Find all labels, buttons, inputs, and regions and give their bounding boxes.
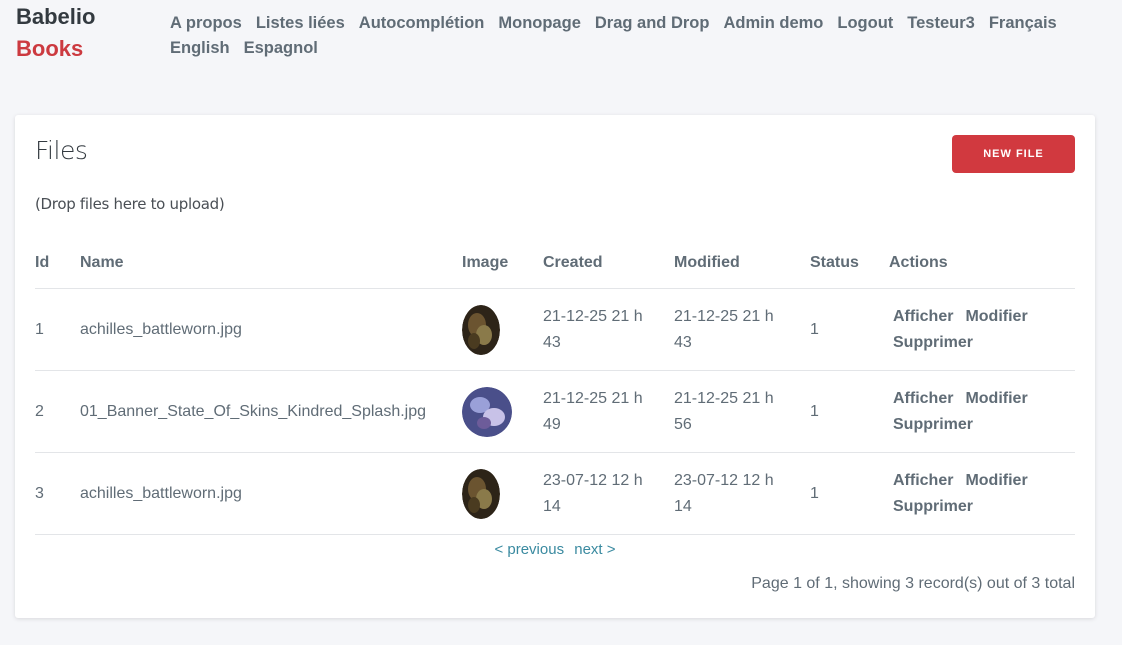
nav-item-admin-demo[interactable]: Admin demo (723, 11, 823, 36)
edit-link[interactable]: Modifier (965, 308, 1027, 325)
cell-id: 3 (35, 484, 44, 502)
delete-link[interactable]: Supprimer (893, 334, 973, 351)
cell-actions: Afficher Modifier Supprimer (889, 304, 1059, 356)
cell-name: 01_Banner_State_Of_Skins_Kindred_Splash.… (80, 402, 427, 420)
cell-status: 1 (810, 320, 819, 338)
edit-link[interactable]: Modifier (965, 390, 1027, 407)
cell-actions: Afficher Modifier Supprimer (889, 468, 1059, 520)
nav-item-espagnol[interactable]: Espagnol (244, 36, 318, 61)
view-link[interactable]: Afficher (893, 390, 953, 407)
view-link[interactable]: Afficher (893, 308, 953, 325)
cell-created: 21-12-25 21 h 43 (543, 307, 643, 351)
cell-modified: 21-12-25 21 h 56 (674, 389, 774, 433)
nav-item-logout[interactable]: Logout (837, 11, 893, 36)
kindred-splash-thumbnail (462, 386, 512, 437)
new-file-button[interactable]: NEW FILE (952, 135, 1075, 173)
col-created[interactable]: Created (543, 250, 661, 276)
page-title: Files (35, 136, 88, 165)
col-id[interactable]: Id (35, 254, 49, 272)
table-row: 3 achilles_battleworn.jpg 23-07-12 12 h … (35, 453, 1075, 535)
cell-status: 1 (810, 484, 819, 502)
cell-created: 23-07-12 12 h 14 (543, 471, 643, 515)
achilles-thumbnail (462, 468, 500, 519)
view-link[interactable]: Afficher (893, 472, 953, 489)
delete-link[interactable]: Supprimer (893, 416, 973, 433)
table-row: 1 achilles_battleworn.jpg 21-12-25 21 h … (35, 289, 1075, 371)
brand-subtitle: Books (16, 36, 84, 61)
cell-id: 2 (35, 402, 44, 420)
cell-actions: Afficher Modifier Supprimer (889, 386, 1059, 438)
col-modified[interactable]: Modified (674, 250, 792, 276)
nav-item-drag-and-drop[interactable]: Drag and Drop (595, 11, 710, 36)
cell-name: achilles_battleworn.jpg (80, 484, 242, 502)
cell-modified: 23-07-12 12 h 14 (674, 471, 774, 515)
nav-item-listes-liees[interactable]: Listes liées (256, 11, 345, 36)
pagination-summary: Page 1 of 1, showing 3 record(s) out of … (751, 575, 1075, 592)
next-link[interactable]: next > (574, 541, 615, 558)
col-status[interactable]: Status (810, 254, 859, 272)
col-name[interactable]: Name (80, 254, 124, 272)
cell-status: 1 (810, 402, 819, 420)
edit-link[interactable]: Modifier (965, 472, 1027, 489)
cell-name: achilles_battleworn.jpg (80, 320, 242, 338)
delete-link[interactable]: Supprimer (893, 498, 973, 515)
nav-item-user[interactable]: Testeur3 (907, 11, 975, 36)
achilles-thumbnail (462, 304, 500, 355)
cell-id: 1 (35, 320, 44, 338)
cell-created: 21-12-25 21 h 49 (543, 389, 643, 433)
brand-title: Babelio (16, 4, 96, 29)
nav-item-autocompletion[interactable]: Autocomplétion (359, 11, 485, 36)
table-row: 2 01_Banner_State_Of_Skins_Kindred_Splas… (35, 371, 1075, 453)
top-nav: A propos Listes liées Autocomplétion Mon… (170, 11, 1110, 61)
drop-zone[interactable]: (Drop files here to upload) (35, 195, 225, 213)
previous-link[interactable]: < previous (494, 541, 564, 558)
pagination: < previous next > (15, 541, 1095, 558)
nav-item-a-propos[interactable]: A propos (170, 11, 242, 36)
col-image: Image (462, 254, 509, 271)
files-table: Id Name Image Created Modified Status Ac… (35, 238, 1075, 535)
brand[interactable]: Babelio Books (16, 4, 95, 62)
col-actions: Actions (889, 254, 948, 271)
nav-item-monopage[interactable]: Monopage (498, 11, 581, 36)
table-header: Id Name Image Created Modified Status Ac… (35, 238, 1075, 289)
nav-item-english[interactable]: English (170, 36, 230, 61)
cell-modified: 21-12-25 21 h 43 (674, 307, 774, 351)
nav-item-francais[interactable]: Français (989, 11, 1057, 36)
files-card: Files NEW FILE (Drop files here to uploa… (15, 115, 1095, 618)
